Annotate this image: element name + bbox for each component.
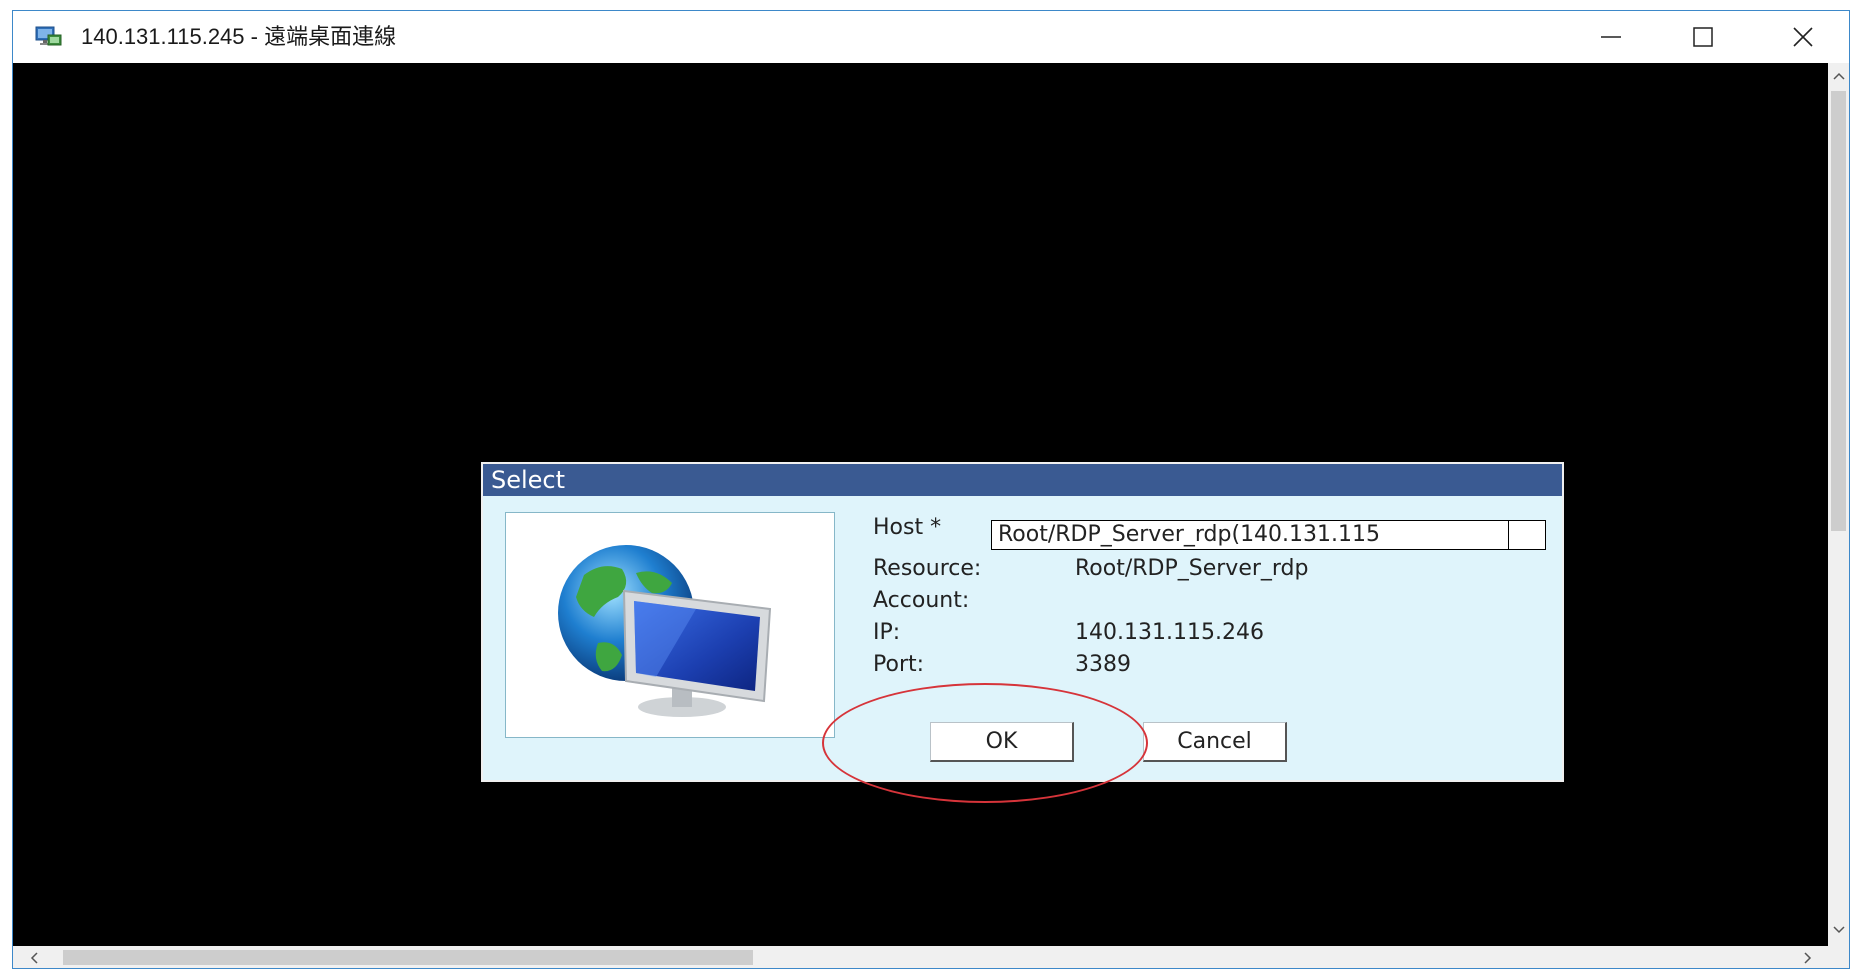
title-bar[interactable]: 140.131.115.245 - 遠端桌面連線 bbox=[13, 11, 1849, 63]
minimize-button[interactable] bbox=[1565, 11, 1657, 63]
scroll-left-icon[interactable] bbox=[25, 949, 43, 966]
horizontal-scrollbar[interactable] bbox=[13, 946, 1828, 969]
ok-button[interactable]: OK bbox=[930, 722, 1074, 762]
minimize-icon bbox=[1601, 36, 1621, 38]
resource-value: Root/RDP_Server_rdp bbox=[1075, 556, 1309, 581]
close-icon bbox=[1793, 27, 1813, 47]
ip-label: IP: bbox=[873, 620, 901, 645]
vertical-scroll-thumb[interactable] bbox=[1831, 91, 1846, 531]
horizontal-scroll-thumb[interactable] bbox=[63, 950, 753, 965]
port-value: 3389 bbox=[1075, 652, 1131, 677]
dialog-title: Select bbox=[483, 464, 1562, 496]
vertical-scrollbar[interactable] bbox=[1828, 63, 1849, 946]
scroll-up-icon[interactable] bbox=[1831, 67, 1846, 85]
scroll-down-icon[interactable] bbox=[1831, 921, 1846, 939]
close-button[interactable] bbox=[1757, 11, 1849, 63]
dialog-image-panel bbox=[505, 512, 835, 738]
maximize-button[interactable] bbox=[1657, 11, 1749, 63]
ip-value: 140.131.115.246 bbox=[1075, 620, 1264, 645]
port-label: Port: bbox=[873, 652, 925, 677]
resource-label: Resource: bbox=[873, 556, 982, 581]
window-title: 140.131.115.245 - 遠端桌面連線 bbox=[81, 24, 397, 49]
host-dropdown-button[interactable] bbox=[1508, 521, 1545, 549]
remote-desktop-icon bbox=[35, 25, 63, 49]
host-select-value: Root/RDP_Server_rdp(140.131.115 bbox=[998, 522, 1381, 547]
scroll-right-icon[interactable] bbox=[1799, 949, 1817, 966]
scrollbar-corner bbox=[1828, 946, 1849, 969]
globe-monitor-icon bbox=[558, 545, 772, 717]
host-select-field[interactable]: Root/RDP_Server_rdp(140.131.115 bbox=[991, 520, 1546, 550]
cancel-button[interactable]: Cancel bbox=[1143, 722, 1287, 762]
maximize-icon bbox=[1693, 27, 1713, 47]
select-dialog: Select Host * Root/RDP_Server_rdp(140.13… bbox=[481, 462, 1564, 782]
account-label: Account: bbox=[873, 588, 970, 613]
remote-desktop-window: 140.131.115.245 - 遠端桌面連線 Select Host * R… bbox=[0, 0, 1852, 971]
host-label: Host * bbox=[873, 515, 942, 540]
